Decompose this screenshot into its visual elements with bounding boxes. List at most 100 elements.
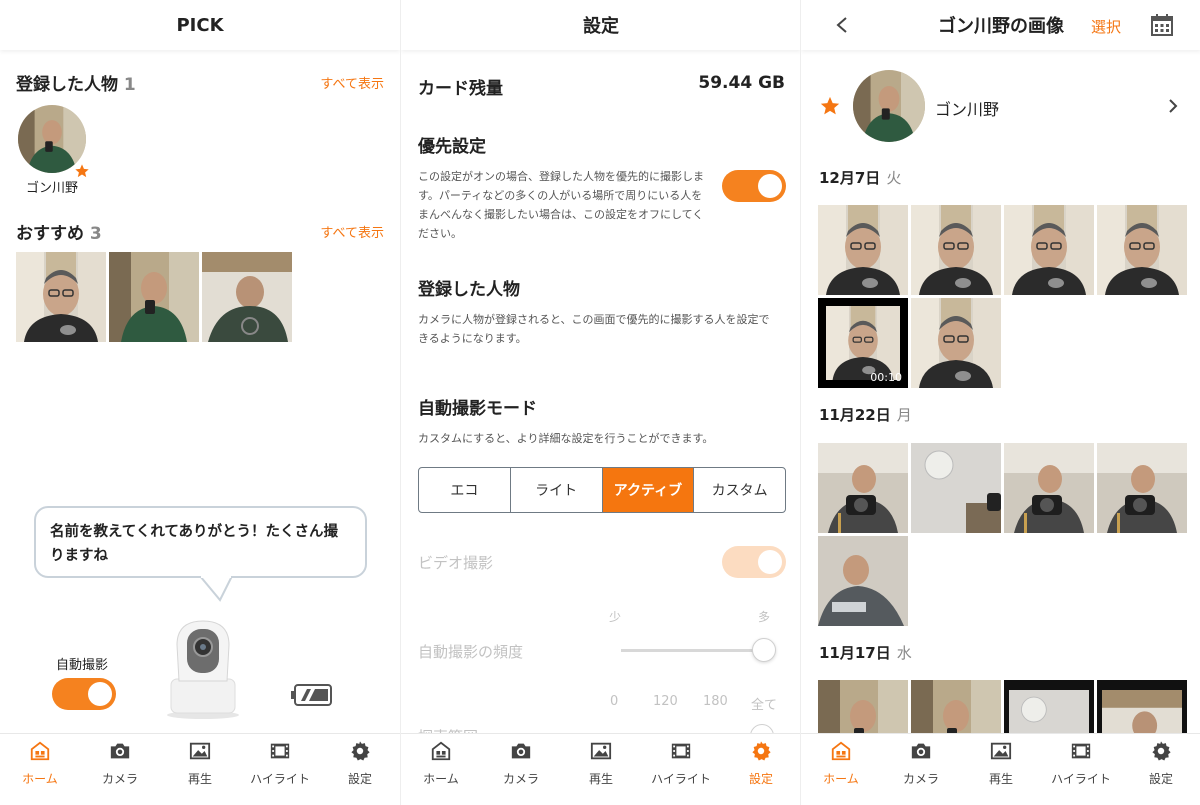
tab-label: ハイライト — [250, 772, 310, 786]
pick-camera-icon — [167, 620, 239, 719]
image-icon — [590, 742, 612, 760]
mode-custom-option[interactable]: カスタム — [694, 468, 785, 512]
home-screen: PICK 登録した人物 1 すべて表示 ゴン川野 おすすめ 3 すべて表示 名前… — [0, 0, 400, 805]
auto-mode-description: カスタムにすると、より詳細な設定を行うことができます。 — [418, 432, 714, 445]
tab-playback[interactable]: 再生 — [561, 734, 641, 805]
date-label: 11月22日 — [819, 406, 891, 424]
settings-screen: 設定 カード残量 59.44 GB 優先設定 この設定がオンの場合、登録した人物… — [400, 0, 800, 805]
person-name: ゴン川野 — [935, 100, 1000, 119]
speech-bubble: 名前を教えてくれてありがとう！たくさん撮りますね — [34, 506, 367, 578]
tab-highlight[interactable]: ハイライト — [1041, 734, 1121, 805]
toggle-knob — [88, 682, 112, 706]
calendar-icon[interactable] — [1150, 13, 1174, 37]
favorite-star-icon[interactable] — [819, 95, 841, 117]
gallery-photo[interactable] — [1097, 443, 1187, 533]
chevron-right-icon — [1169, 99, 1178, 113]
gallery-photo[interactable] — [818, 205, 908, 295]
tab-camera[interactable]: カメラ — [881, 734, 961, 805]
person-row[interactable]: ゴン川野 — [801, 64, 1200, 148]
image-icon — [189, 742, 211, 760]
gallery-photo[interactable] — [911, 205, 1001, 295]
gallery-photo[interactable] — [1004, 443, 1094, 533]
registered-person-heading: 登録した人物 — [418, 280, 520, 300]
date-group-heading: 11月22日月 — [819, 404, 912, 425]
gallery-photo[interactable] — [1097, 205, 1187, 295]
back-chevron-icon[interactable] — [835, 16, 849, 34]
tab-label: ホーム — [22, 772, 58, 786]
mode-light-option[interactable]: ライト — [511, 468, 603, 512]
weekday-label: 水 — [896, 644, 912, 662]
tab-playback[interactable]: 再生 — [961, 734, 1041, 805]
priority-toggle[interactable] — [722, 170, 786, 202]
film-icon — [270, 743, 290, 759]
recommend-heading: おすすめ 3 — [16, 219, 102, 244]
registered-person-avatar[interactable] — [18, 105, 89, 178]
tab-bar: ホーム カメラ 再生 ハイライト 設定 — [801, 733, 1200, 805]
video-shoot-label: ビデオ撮影 — [418, 554, 494, 572]
tab-highlight[interactable]: ハイライト — [641, 734, 721, 805]
select-button[interactable]: 選択 — [1091, 16, 1121, 37]
registered-count: 1 — [123, 75, 136, 95]
gallery-photo[interactable] — [911, 443, 1001, 533]
registered-see-all-link[interactable]: すべて表示 — [320, 73, 384, 92]
frequency-label: 自動撮影の頻度 — [418, 643, 524, 661]
battery-icon — [291, 684, 332, 706]
camera-icon — [511, 743, 531, 759]
gallery-photo[interactable] — [1004, 205, 1094, 295]
tab-label: 設定 — [1148, 772, 1173, 786]
gallery-photo[interactable] — [818, 443, 908, 533]
range-tick: 全て — [751, 698, 778, 713]
toggle-knob — [758, 550, 782, 574]
frequency-slider-thumb[interactable] — [752, 638, 776, 662]
video-shoot-toggle[interactable] — [722, 546, 786, 578]
tab-label: カメラ — [502, 772, 539, 786]
auto-mode-segmented-control: エコ ライト アクティブ カスタム — [418, 467, 786, 513]
tab-label: 設定 — [748, 772, 773, 786]
tab-label: カメラ — [902, 772, 939, 786]
registered-person-description: カメラに人物が登録されると、この画面で優先的に撮影する人を設定できるようになりま… — [418, 313, 770, 345]
frequency-slider-track[interactable] — [621, 649, 764, 652]
recommend-photo[interactable] — [109, 252, 199, 342]
tab-settings[interactable]: 設定 — [721, 734, 800, 805]
gear-icon — [752, 741, 771, 761]
weekday-label: 月 — [896, 406, 912, 424]
video-duration: 00:10 — [870, 371, 902, 384]
tab-label: 再生 — [988, 772, 1013, 786]
tab-highlight[interactable]: ハイライト — [240, 734, 320, 805]
tab-settings[interactable]: 設定 — [320, 734, 400, 805]
frequency-max-label: 多 — [758, 610, 771, 624]
recommend-count: 3 — [89, 224, 102, 244]
tab-home[interactable]: ホーム — [801, 734, 881, 805]
camera-icon — [911, 743, 931, 759]
tab-label: 設定 — [347, 772, 372, 786]
tab-camera[interactable]: カメラ — [80, 734, 160, 805]
recommend-photo[interactable] — [202, 252, 292, 342]
tab-settings[interactable]: 設定 — [1121, 734, 1200, 805]
range-tick: 180 — [703, 694, 728, 709]
date-label: 11月17日 — [819, 644, 891, 662]
settings-title: 設定 — [401, 0, 800, 50]
tab-playback[interactable]: 再生 — [160, 734, 240, 805]
gallery-photo[interactable] — [818, 536, 908, 626]
recommend-see-all-link[interactable]: すべて表示 — [320, 222, 384, 241]
gallery-video[interactable]: 00:10 — [818, 298, 908, 388]
gear-icon — [351, 741, 370, 761]
priority-heading: 優先設定 — [418, 137, 486, 157]
recommend-label: おすすめ — [16, 224, 84, 244]
auto-shoot-toggle[interactable] — [52, 678, 116, 710]
tab-bar: ホーム カメラ 再生 ハイライト 設定 — [0, 733, 400, 805]
film-icon — [1071, 743, 1091, 759]
tab-home[interactable]: ホーム — [401, 734, 481, 805]
mode-eco-option[interactable]: エコ — [419, 468, 511, 512]
tab-camera[interactable]: カメラ — [481, 734, 561, 805]
tab-label: ホーム — [423, 772, 459, 786]
recommend-photo[interactable] — [16, 252, 106, 342]
mode-active-option[interactable]: アクティブ — [602, 468, 695, 512]
card-remaining-label: カード残量 — [418, 79, 503, 99]
range-tick: 120 — [653, 694, 678, 709]
tab-home[interactable]: ホーム — [0, 734, 80, 805]
person-images-header: ゴン川野の画像 選択 — [801, 0, 1200, 50]
tab-label: ホーム — [823, 772, 859, 786]
card-remaining-value: 59.44 GB — [698, 73, 785, 93]
gallery-photo[interactable] — [911, 298, 1001, 388]
